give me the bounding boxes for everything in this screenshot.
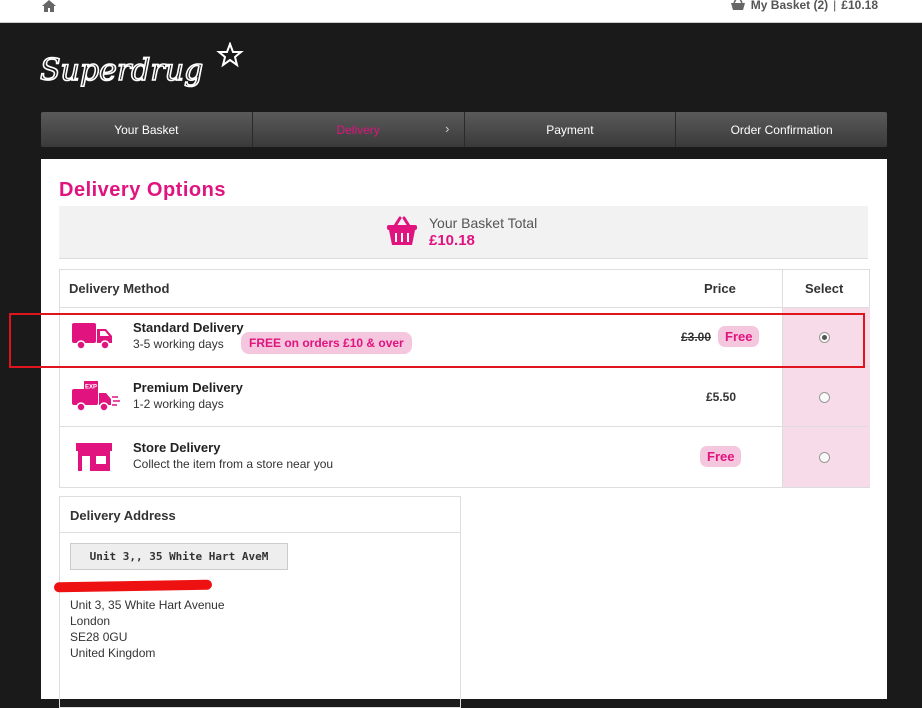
table-header: Delivery Method Price Select — [60, 270, 869, 308]
address-line: United Kingdom — [70, 646, 156, 660]
delivery-name: Store Delivery — [133, 440, 221, 455]
header-select: Select — [805, 281, 844, 296]
delivery-name: Premium Delivery — [133, 380, 243, 395]
mini-basket-label: My Basket (2) — [750, 0, 829, 12]
address-selector-button[interactable]: Unit 3,, 35 White Hart AveM — [70, 543, 288, 570]
basket-icon — [730, 0, 745, 10]
delivery-address-box: Delivery Address Unit 3,, 35 White Hart … — [53, 496, 461, 708]
chevron-right-icon: › — [445, 121, 450, 136]
delivery-methods-table: Delivery Method Price Select Standard De… — [59, 269, 870, 488]
svg-text:EXP: EXP — [85, 385, 97, 391]
step-label: Payment — [546, 122, 594, 137]
address-line: London — [70, 614, 111, 628]
basket-total-value: £10.18 — [429, 232, 475, 249]
step-your-basket[interactable]: Your Basket — [41, 112, 253, 147]
select-premium-radio[interactable] — [819, 392, 830, 403]
select-store-radio[interactable] — [819, 452, 830, 463]
address-title: Delivery Address — [70, 508, 176, 523]
mini-basket-separator: | — [833, 0, 837, 12]
address-line: Unit 3, 35 White Hart Avenue — [70, 598, 225, 612]
delivery-price: £5.50 — [706, 390, 737, 404]
mini-basket-total: £10.18 — [841, 0, 878, 12]
delivery-row-store[interactable]: Store Delivery Collect the item from a s… — [60, 427, 869, 486]
top-bar: My Basket (2) | £10.18 — [0, 0, 922, 23]
delivery-duration: 1-2 working days — [133, 397, 224, 411]
basket-total-box: Your Basket Total £10.18 — [59, 206, 868, 259]
step-payment[interactable]: Payment — [465, 112, 677, 147]
address-line: SE28 0GU — [70, 630, 128, 644]
price-free-badge: Free — [700, 446, 742, 467]
header-price: Price — [704, 281, 736, 296]
page-title: Delivery Options — [59, 179, 226, 201]
express-van-icon: EXP — [72, 381, 120, 412]
step-order-confirmation[interactable]: Order Confirmation — [676, 112, 887, 147]
shopping-basket-icon — [387, 216, 417, 245]
superdrug-logo[interactable]: Superdrug — [40, 42, 245, 90]
store-icon — [76, 443, 112, 471]
delivery-row-premium[interactable]: EXP Premium Delivery 1-2 working days £5… — [60, 367, 869, 427]
step-label: Order Confirmation — [730, 122, 833, 137]
basket-total-label: Your Basket Total — [429, 215, 538, 231]
logo-wordmark: Superdrug — [40, 53, 203, 88]
checkout-steps: Your Basket Delivery › Payment Order Con… — [41, 112, 887, 147]
redaction-mark — [53, 579, 213, 593]
step-label: Your Basket — [114, 122, 179, 137]
header-delivery-method: Delivery Method — [69, 281, 170, 296]
delivery-panel: Delivery Options Your Basket Total £10.1… — [41, 159, 887, 708]
step-label: Delivery — [336, 122, 380, 137]
home-icon[interactable] — [40, 0, 58, 12]
selected-option-highlight — [9, 313, 865, 368]
mini-basket[interactable]: My Basket (2) | £10.18 — [730, 0, 878, 12]
delivery-duration: Collect the item from a store near you — [133, 457, 334, 471]
address-header: Delivery Address — [60, 497, 460, 533]
step-delivery[interactable]: Delivery › — [253, 112, 465, 147]
